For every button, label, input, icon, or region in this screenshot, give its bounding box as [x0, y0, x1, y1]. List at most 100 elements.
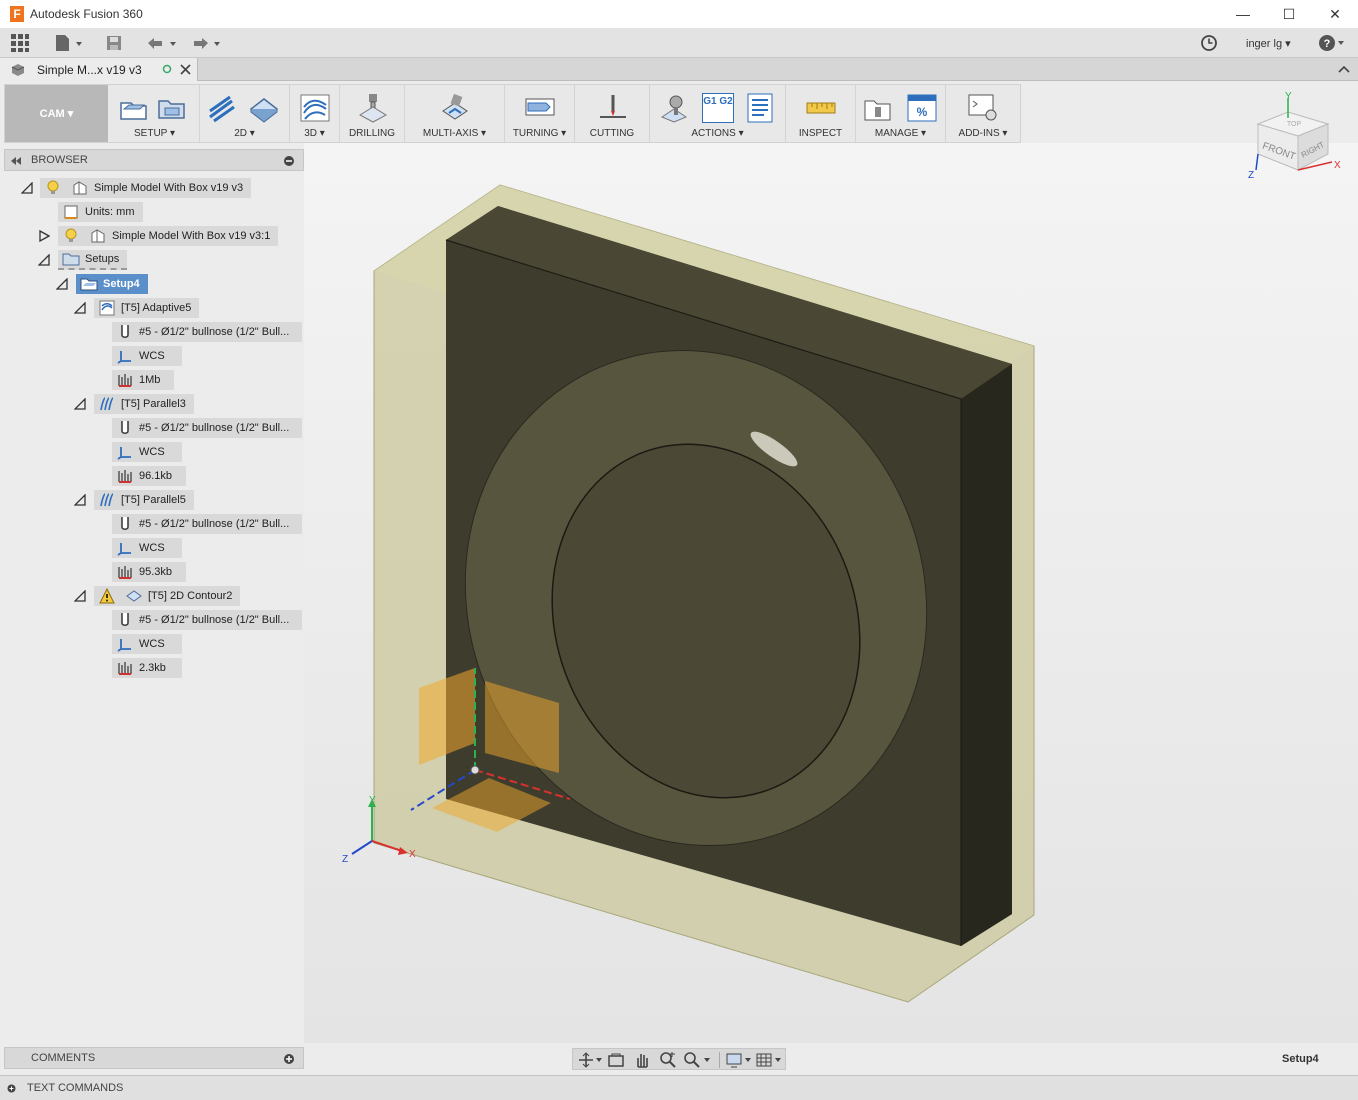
- file-menu-icon[interactable]: [54, 33, 84, 53]
- expand-toggle-icon[interactable]: [74, 494, 86, 506]
- tree-wcs[interactable]: WCS: [112, 442, 182, 462]
- viewcube-x-label: X: [1334, 160, 1341, 171]
- tree-operation[interactable]: [T5] Parallel5: [94, 490, 194, 510]
- tree-operation[interactable]: [T5] 2D Contour2: [94, 586, 241, 606]
- tree-tool[interactable]: #5 - Ø1/2" bullnose (1/2" Bull...: [112, 610, 302, 630]
- tree-setup4[interactable]: Setup4: [76, 274, 148, 294]
- comments-panel[interactable]: COMMENTS: [4, 1047, 304, 1069]
- graphics-viewport[interactable]: Y X Z: [304, 143, 1358, 1043]
- help-icon[interactable]: ?: [1318, 33, 1348, 53]
- cutting-group[interactable]: CUTTING: [575, 85, 650, 142]
- add-ins-group[interactable]: ADD-INS ▾: [946, 85, 1020, 142]
- orbit-icon[interactable]: [577, 1051, 603, 1069]
- expand-toggle-icon[interactable]: [21, 182, 33, 194]
- fit-zoom-icon[interactable]: [683, 1051, 713, 1069]
- expand-toggle-icon[interactable]: [38, 230, 50, 242]
- expand-toggle-icon[interactable]: [38, 254, 50, 266]
- tree-toolpath-size[interactable]: 1Mb: [112, 370, 174, 390]
- tree-wcs[interactable]: WCS: [112, 634, 182, 654]
- redo-icon[interactable]: [188, 33, 224, 53]
- warning-icon: [98, 588, 116, 604]
- tree-wcs[interactable]: WCS: [112, 346, 182, 366]
- setup-folder-icon: [158, 100, 185, 119]
- expand-toggle-icon[interactable]: [74, 590, 86, 602]
- component-icon: [89, 228, 107, 244]
- tree-toolpath-size[interactable]: 95.3kb: [112, 562, 186, 582]
- minimize-button[interactable]: —: [1220, 0, 1266, 28]
- visibility-bulb-icon[interactable]: [62, 228, 80, 244]
- browser-title: BROWSER: [31, 154, 88, 166]
- tree-units[interactable]: Units: mm: [58, 202, 143, 222]
- tool-library-icon: [864, 100, 891, 121]
- toolpath-icon: [116, 564, 134, 580]
- collapse-toolbar-icon[interactable]: [1338, 64, 1350, 74]
- document-tab-bar: Simple M...x v19 v3: [0, 58, 1358, 81]
- tree-component[interactable]: Simple Model With Box v19 v3:1: [58, 226, 279, 246]
- model-canvas[interactable]: Y X Z: [304, 143, 1358, 1043]
- parallel-toolpath-icon: [98, 396, 116, 412]
- comments-title: COMMENTS: [31, 1052, 96, 1064]
- document-tab[interactable]: Simple M...x v19 v3: [0, 58, 198, 81]
- zoom-icon[interactable]: [659, 1051, 677, 1069]
- add-ins-label: ADD-INS ▾: [958, 128, 1008, 139]
- undo-icon[interactable]: [144, 33, 180, 53]
- setups-folder-icon: [62, 251, 80, 267]
- setup-group[interactable]: SETUP ▾: [110, 85, 200, 142]
- wcs-origin[interactable]: [470, 765, 480, 775]
- tree-tool[interactable]: #5 - Ø1/2" bullnose (1/2" Bull...: [112, 418, 302, 438]
- turning-group[interactable]: TURNING ▾: [505, 85, 575, 142]
- tree-tool[interactable]: #5 - Ø1/2" bullnose (1/2" Bull...: [112, 514, 302, 534]
- expand-toggle-icon[interactable]: [74, 302, 86, 314]
- toolpath-size-label: 2.3kb: [139, 662, 166, 674]
- inspect-label: INSPECT: [798, 128, 843, 139]
- close-window-button[interactable]: ✕: [1312, 0, 1358, 28]
- units-document-icon: [62, 204, 80, 220]
- manage-group[interactable]: % MANAGE ▾: [856, 85, 946, 142]
- workspace-switcher-cam[interactable]: CAM ▾: [5, 85, 108, 142]
- operation-label: [T5] 2D Contour2: [148, 590, 233, 602]
- browser-header[interactable]: BROWSER: [4, 149, 304, 171]
- tree-setups[interactable]: Setups: [58, 250, 128, 270]
- tree-tool[interactable]: #5 - Ø1/2" bullnose (1/2" Bull...: [112, 322, 302, 342]
- tree-operation[interactable]: [T5] Adaptive5: [94, 298, 200, 318]
- user-account-menu[interactable]: inger lg ▾: [1246, 37, 1291, 50]
- tree-wcs[interactable]: WCS: [112, 538, 182, 558]
- cam-toolbar: CAM ▾ SETUP ▾ 2D ▾ 3D ▾ DRILLING MULTI-A…: [4, 84, 1021, 143]
- expand-toggle-icon[interactable]: [74, 398, 86, 410]
- title-bar: F Autodesk Fusion 360 — ☐ ✕: [0, 0, 1358, 28]
- drilling-group[interactable]: DRILLING: [340, 85, 405, 142]
- visibility-bulb-icon[interactable]: [44, 180, 62, 196]
- inspect-group[interactable]: INSPECT: [786, 85, 856, 142]
- expand-toggle-icon[interactable]: [56, 278, 68, 290]
- cutting-label: CUTTING: [589, 128, 635, 139]
- quick-access-toolbar: inger lg ▾ ?: [0, 28, 1358, 58]
- data-panel-grid-icon[interactable]: [10, 33, 30, 53]
- viewcube-top-label: TOP: [1287, 121, 1302, 128]
- toolpath-size-label: 96.1kb: [139, 470, 173, 482]
- expand-text-commands-icon[interactable]: [7, 1084, 16, 1093]
- maximize-button[interactable]: ☐: [1266, 0, 1312, 28]
- browser-pin-icon[interactable]: [283, 155, 295, 167]
- text-commands-bar[interactable]: TEXT COMMANDS: [0, 1075, 1358, 1100]
- display-settings-icon[interactable]: [725, 1051, 755, 1069]
- save-icon[interactable]: [105, 33, 123, 53]
- tree-toolpath-size[interactable]: 2.3kb: [112, 658, 182, 678]
- wcs-label: WCS: [139, 350, 165, 362]
- 3d-group[interactable]: 3D ▾: [290, 85, 340, 142]
- look-at-icon[interactable]: [607, 1051, 625, 1069]
- pan-hand-icon[interactable]: [633, 1051, 651, 1069]
- 2d-group[interactable]: 2D ▾: [200, 85, 290, 142]
- job-status-clock-icon[interactable]: [1200, 33, 1218, 53]
- collapse-browser-icon[interactable]: [10, 156, 22, 166]
- viewcube-z-axis: [1255, 153, 1259, 171]
- multi-axis-group[interactable]: MULTI-AXIS ▾: [405, 85, 505, 142]
- add-comment-icon[interactable]: [283, 1053, 295, 1065]
- grid-settings-icon[interactable]: [755, 1051, 785, 1069]
- tree-operation[interactable]: [T5] Parallel3: [94, 394, 194, 414]
- post-process-gcode-icon: G1 G2: [702, 93, 734, 123]
- tree-toolpath-size[interactable]: 96.1kb: [112, 466, 186, 486]
- actions-group[interactable]: G1 G2 ACTIONS ▾: [650, 85, 786, 142]
- viewcube[interactable]: TOP FRONT RIGHT Y X Z: [1244, 90, 1344, 190]
- close-tab-icon[interactable]: [180, 64, 191, 75]
- tree-root-document[interactable]: Simple Model With Box v19 v3: [40, 178, 252, 198]
